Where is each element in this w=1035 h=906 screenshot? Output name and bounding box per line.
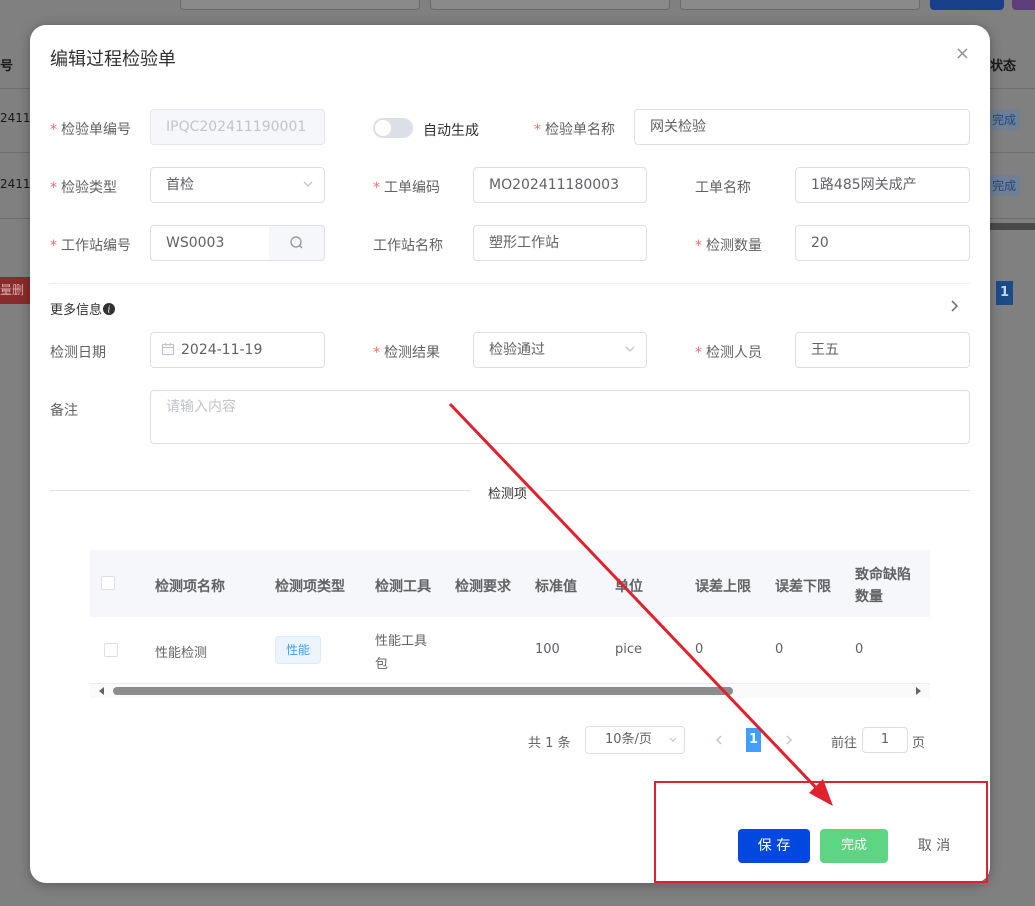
annotation-arrow-line bbox=[448, 402, 824, 796]
annotation-overlay bbox=[448, 402, 988, 883]
